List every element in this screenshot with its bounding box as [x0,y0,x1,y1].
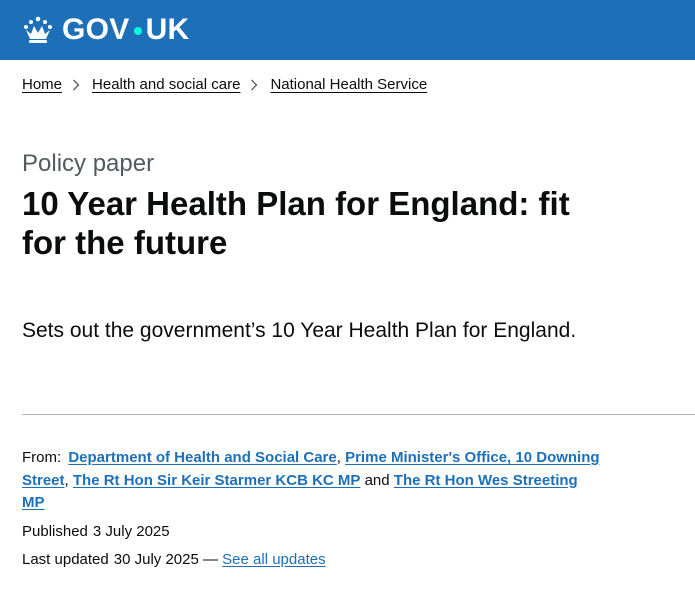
updated-label: Last updated [22,551,109,568]
crown-icon [24,16,52,43]
separator: , [64,471,69,489]
govuk-wordmark: GOV UK [62,15,190,45]
govuk-logo-link[interactable]: GOV UK [22,14,190,46]
divider [22,414,695,415]
separator: , [336,449,341,466]
wordmark-gov: GOV [62,13,130,46]
separator-and: and [364,471,390,489]
updated-date: 30 July 2025 [113,551,199,568]
wordmark-dot [133,27,142,35]
published-date: 3 July 2025 [92,522,170,540]
org-link-dhsc[interactable]: Department of Health and Social Care [68,449,336,466]
updated-line: Last updated 30 July 2025 — See all updat… [22,549,602,572]
breadcrumb-health-and-social-care[interactable]: Health and social care [92,76,240,93]
from-label: From: [22,449,62,466]
published-line: Published 3 July 2025 [22,521,602,544]
breadcrumb-home[interactable]: Home [22,76,62,93]
metadata: From: Department of Health and Social Ca… [22,447,602,572]
chevron-right-icon [73,79,80,90]
from-line: From: Department of Health and Social Ca… [22,447,602,515]
page-summary: Sets out the government’s 10 Year Health… [22,319,577,342]
person-link-keir-starmer[interactable]: The Rt Hon Sir Keir Starmer KCB KC MP [73,472,361,489]
wordmark-uk: UK [145,13,190,46]
govuk-header: GOV UK [0,0,695,60]
breadcrumb-national-health-service[interactable]: National Health Service [270,76,427,93]
breadcrumb: Home Health and social care National Hea… [22,76,427,93]
published-label: Published [22,522,88,540]
see-all-updates-link[interactable]: See all updates [222,551,325,568]
page-title: 10 Year Health Plan for England: fit for… [22,185,570,261]
chevron-right-icon [251,79,258,90]
dash: — [203,551,218,568]
page-caption: Policy paper [22,150,155,177]
